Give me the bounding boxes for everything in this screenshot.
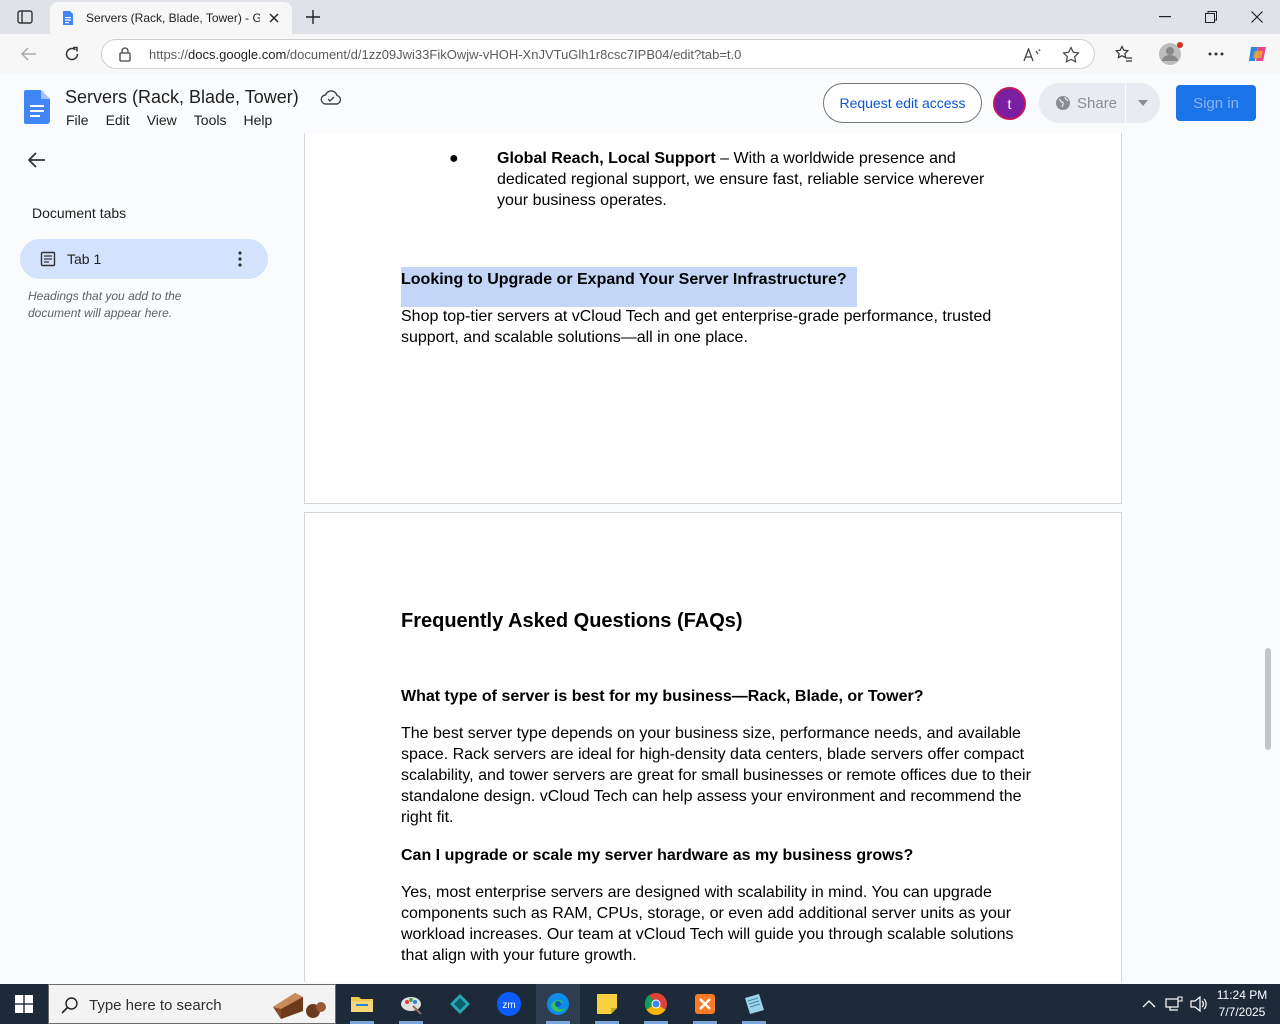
faq-answer-2[interactable]: Yes, most enterprise servers are designe… [401, 882, 1031, 966]
menu-tools[interactable]: Tools [194, 112, 227, 128]
back-arrow-icon[interactable] [26, 151, 46, 174]
sticky-notes-icon[interactable] [585, 984, 629, 1024]
browser-tab-title: Servers (Rack, Blade, Tower) - Goo [86, 11, 260, 25]
headings-hint: Headings that you add to the document wi… [28, 289, 182, 320]
request-edit-access-button[interactable]: Request edit access [823, 83, 982, 123]
paint-app-icon[interactable] [389, 984, 433, 1024]
read-aloud-icon[interactable] [1022, 45, 1042, 65]
close-window-icon[interactable] [1234, 0, 1280, 34]
faq-question-1[interactable]: What type of server is best for my busin… [401, 686, 1031, 707]
menu-view[interactable]: View [147, 112, 177, 128]
browser-toolbar: https://docs.google.com/document/d/1zz09… [0, 34, 1280, 74]
network-icon[interactable] [1165, 984, 1183, 1024]
show-hidden-icons-icon[interactable] [1142, 984, 1156, 1024]
document-tabs-sidebar: Document tabs Tab 1 Headings that you ad… [0, 133, 290, 980]
bullet-bold-text: Global Reach, Local Support [497, 150, 716, 167]
google-docs-logo-icon[interactable] [24, 90, 50, 129]
search-icon [61, 996, 79, 1019]
url-text[interactable]: https://docs.google.com/document/d/1zz09… [149, 47, 741, 62]
copilot-icon[interactable] [1243, 40, 1273, 68]
new-tab-button[interactable] [300, 5, 326, 29]
document-title[interactable]: Servers (Rack, Blade, Tower) [65, 87, 299, 108]
volume-icon[interactable] [1190, 984, 1208, 1024]
browser-tab-active[interactable]: Servers (Rack, Blade, Tower) - Goo [50, 2, 292, 34]
faq-heading[interactable]: Frequently Asked Questions (FAQs) [401, 608, 1001, 634]
zoom-app-icon[interactable]: zm [487, 984, 531, 1024]
tab-1-label: Tab 1 [67, 251, 102, 267]
file-explorer-icon[interactable] [340, 984, 384, 1024]
tab-options-icon[interactable] [232, 249, 248, 274]
document-tabs-heading: Document tabs [32, 205, 127, 221]
faq-answer-1[interactable]: The best server type depends on your bus… [401, 723, 1031, 828]
cloud-status-icon[interactable] [320, 90, 342, 111]
share-label: Share [1077, 94, 1118, 112]
document-icon [40, 251, 56, 272]
refresh-icon[interactable] [57, 40, 87, 68]
svg-text:zm: zm [502, 1000, 515, 1011]
browser-tab-strip: Servers (Rack, Blade, Tower) - Goo [0, 0, 1280, 34]
windows-start-icon[interactable] [0, 984, 48, 1024]
share-button[interactable]: Share [1039, 83, 1160, 123]
google-docs-favicon-icon [60, 10, 76, 26]
scrollbar-thumb[interactable] [1265, 648, 1271, 750]
lock-icon[interactable] [118, 46, 132, 67]
avatar[interactable]: t [993, 87, 1026, 120]
tab-actions-icon[interactable] [8, 4, 42, 30]
search-placeholder: Type here to search [89, 997, 222, 1014]
sidebar-item-tab-1[interactable]: Tab 1 [20, 239, 268, 279]
favorite-star-icon[interactable] [1061, 45, 1081, 65]
edge-browser-icon[interactable] [536, 984, 580, 1024]
more-options-icon[interactable] [1201, 40, 1231, 68]
address-bar[interactable]: https://docs.google.com/document/d/1zz09… [101, 39, 1095, 69]
chrome-browser-icon[interactable] [634, 984, 678, 1024]
share-dropdown-icon[interactable] [1138, 100, 1148, 106]
taskbar-clock[interactable]: 11:24 PM 7/7/2025 [1212, 987, 1272, 1021]
bullet-glyph: ● [449, 150, 459, 167]
faq-question-2[interactable]: Can I upgrade or scale my server hardwar… [401, 845, 1031, 866]
taskbar-search-box[interactable]: Type here to search [48, 984, 336, 1024]
docs-header: Servers (Rack, Blade, Tower) File Edit V… [0, 74, 1280, 133]
menu-file[interactable]: File [66, 112, 89, 128]
menu-help[interactable]: Help [243, 112, 272, 128]
menu-edit[interactable]: Edit [106, 112, 130, 128]
minimize-icon[interactable] [1142, 0, 1188, 34]
docs-menubar: File Edit View Tools Help [66, 112, 289, 128]
heading-upgrade[interactable]: Looking to Upgrade or Expand Your Server… [401, 269, 871, 290]
app-diamond-icon[interactable] [438, 984, 482, 1024]
xampp-icon[interactable] [683, 984, 727, 1024]
search-highlight-cake-icon [269, 987, 327, 1021]
restore-icon[interactable] [1188, 0, 1234, 34]
globe-icon [1055, 95, 1071, 111]
sign-in-button[interactable]: Sign in [1176, 85, 1256, 121]
bullet-item[interactable]: ● Global Reach, Local Support – With a w… [449, 148, 989, 211]
back-nav-icon[interactable] [14, 40, 44, 68]
windows-taskbar: Type here to search zm 11:24 PM 7/7/2025 [0, 984, 1280, 1024]
notes-app-icon[interactable] [732, 984, 776, 1024]
clock-date: 7/7/2025 [1218, 1005, 1266, 1019]
paragraph-shop[interactable]: Shop top-tier servers at vCloud Tech and… [401, 306, 1011, 348]
close-tab-icon[interactable] [266, 10, 282, 26]
document-page-1[interactable]: ● Global Reach, Local Support – With a w… [304, 133, 1122, 504]
document-page-2[interactable]: Frequently Asked Questions (FAQs) What t… [304, 512, 1122, 982]
favorites-icon[interactable] [1109, 40, 1139, 68]
profile-icon[interactable] [1155, 40, 1185, 68]
scrollbar[interactable] [1262, 133, 1274, 980]
clock-time: 11:24 PM [1216, 988, 1268, 1002]
